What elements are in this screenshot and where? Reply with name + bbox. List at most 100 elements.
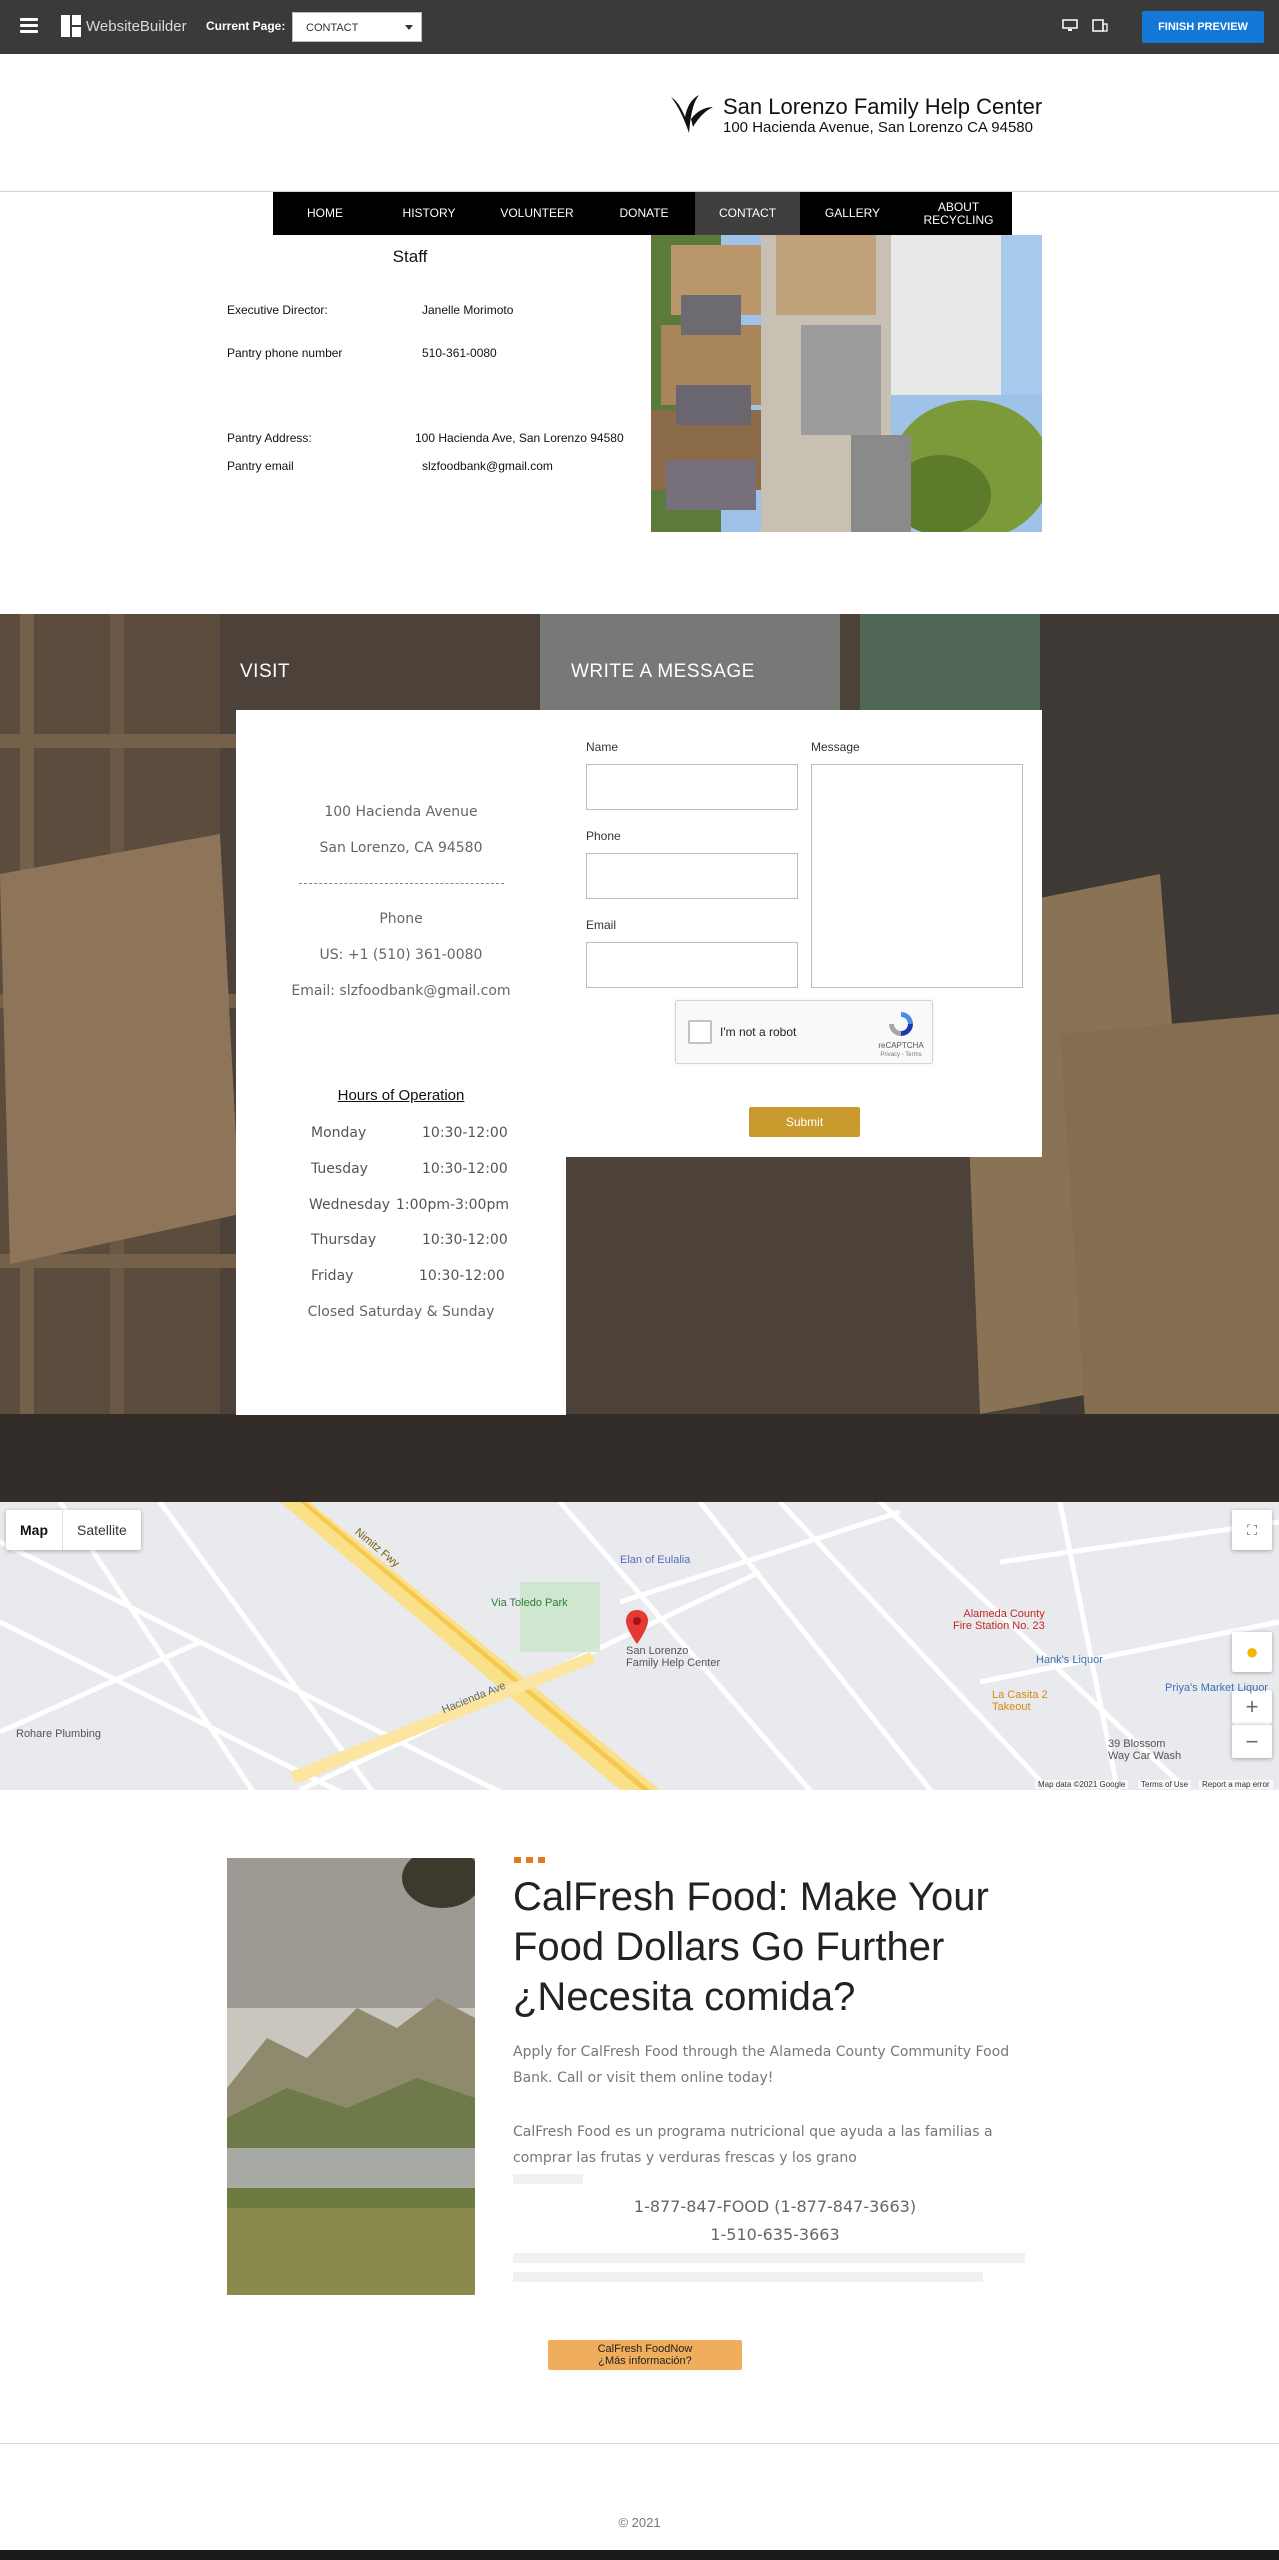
hours-time: 10:30-12:00	[422, 1125, 508, 1141]
nav-item-volunteer[interactable]: VOLUNTEER	[481, 192, 593, 235]
visit-phone-label: Phone	[379, 911, 423, 927]
name-input[interactable]	[586, 764, 798, 810]
hours-time: 10:30-12:00	[422, 1161, 508, 1177]
recaptcha-brand: reCAPTCHA	[878, 1041, 924, 1050]
faded-text-placeholder	[513, 2253, 1025, 2263]
google-map[interactable]: Map Satellite ⛶ ● + − San Lorenzo Family…	[0, 1502, 1279, 1790]
nav-item-gallery[interactable]: GALLERY	[800, 192, 905, 235]
map-data-attribution: Map data ©2021 Google	[1035, 1780, 1129, 1789]
staff-label-email: Pantry email	[227, 459, 294, 473]
finish-preview-button[interactable]: FINISH PREVIEW	[1142, 11, 1264, 43]
desktop-view-icon[interactable]	[1062, 19, 1078, 32]
bottom-bar	[0, 2550, 1279, 2560]
map-terms-link[interactable]: Terms of Use	[1138, 1780, 1192, 1789]
hours-closed-note: Closed Saturday & Sunday	[307, 1304, 495, 1320]
zoom-in-button[interactable]: +	[1232, 1690, 1272, 1724]
map-label-hanks-liquor[interactable]: Hank's Liquor	[1036, 1654, 1103, 1666]
calfresh-title: CalFresh Food: Make Your Food Dollars Go…	[513, 1872, 1073, 2022]
calfresh-intro: Apply for CalFresh Food through the Alam…	[513, 2044, 1010, 2086]
map-label-help-center[interactable]: San Lorenzo Family Help Center	[626, 1645, 720, 1669]
nav-item-about-recycling[interactable]: ABOUT RECYCLING	[905, 192, 1012, 235]
submit-button[interactable]: Submit	[749, 1107, 860, 1137]
calfresh-phone-local[interactable]: 1-510-635-3663	[513, 2225, 1037, 2244]
fullscreen-icon[interactable]: ⛶	[1232, 1510, 1272, 1550]
calfresh-title-line: Food Dollars Go Further	[513, 1925, 945, 1969]
write-message-heading: WRITE A MESSAGE	[571, 661, 755, 682]
staff-value-director: Janelle Morimoto	[422, 303, 514, 317]
message-label: Message	[811, 740, 860, 754]
hours-day: Monday	[311, 1125, 367, 1141]
hours-title: Hours of Operation	[337, 1087, 465, 1104]
nav-item-home[interactable]: HOME	[273, 192, 377, 235]
calfresh-phone-tollfree[interactable]: 1-877-847-FOOD (1-877-847-3663)	[513, 2197, 1037, 2216]
visit-street: 100 Hacienda Avenue	[324, 804, 478, 820]
map-label-church[interactable]: Elan of Eulalia	[620, 1554, 690, 1566]
footer-divider	[0, 2443, 1279, 2444]
map-label-park[interactable]: Via Toledo Park	[491, 1597, 568, 1609]
visit-email[interactable]: Email: slzfoodbank@gmail.com	[236, 983, 566, 999]
phone-label: Phone	[586, 829, 621, 843]
current-page-select[interactable]: CONTACT	[292, 12, 422, 42]
visit-phone[interactable]: US: +1 (510) 361-0080	[236, 947, 566, 963]
map-type-control: Map Satellite	[6, 1510, 141, 1550]
staff-label-director: Executive Director:	[227, 303, 328, 317]
email-label: Email	[586, 918, 617, 932]
map-label-car-wash[interactable]: 39 Blossom Way Car Wash	[1108, 1738, 1181, 1762]
phone-input[interactable]	[586, 853, 798, 899]
map-label-priyas-market[interactable]: Priya's Market Liquor	[1165, 1682, 1268, 1694]
recaptcha-checkbox[interactable]	[688, 1020, 712, 1044]
mobile-view-icon[interactable]	[1092, 19, 1108, 32]
calfresh-info-button[interactable]: CalFresh FoodNow ¿Más información?	[548, 2340, 742, 2370]
menu-icon[interactable]	[20, 18, 38, 34]
site-logo-icon[interactable]	[665, 93, 715, 139]
name-label: Name	[586, 740, 619, 754]
pantry-building-photo	[651, 235, 1042, 532]
map-label-fire-station[interactable]: Alameda County Fire Station No. 23	[953, 1608, 1045, 1632]
accent-dots	[514, 1857, 554, 1863]
map-label-plumbing[interactable]: Rohare Plumbing	[16, 1728, 101, 1740]
faded-text-placeholder	[513, 2272, 983, 2282]
message-textarea[interactable]	[811, 764, 1023, 988]
main-nav: HOME HISTORY VOLUNTEER DONATE CONTACT GA…	[273, 192, 1012, 235]
websitebuilder-logo-icon	[61, 15, 81, 37]
staff-value-email: slzfoodbank@gmail.com	[422, 459, 553, 473]
map-tab-satellite[interactable]: Satellite	[62, 1510, 141, 1550]
location-marker-icon[interactable]	[626, 1610, 648, 1644]
nav-item-history[interactable]: HISTORY	[377, 192, 481, 235]
hours-day: Tuesday	[311, 1161, 368, 1177]
hours-time: 10:30-12:00	[419, 1268, 505, 1284]
staff-label-address: Pantry Address:	[227, 431, 312, 445]
calfresh-description: CalFresh Food es un programa nutricional…	[513, 2124, 993, 2166]
hours-time: 1:00pm-3:00pm	[396, 1197, 509, 1213]
hours-day: Thursday	[311, 1232, 377, 1248]
email-input[interactable]	[586, 942, 798, 988]
nav-item-contact[interactable]: CONTACT	[695, 192, 800, 235]
recaptcha-icon	[889, 1012, 913, 1036]
visit-heading: VISIT	[240, 661, 291, 682]
current-page-label: Current Page:	[206, 19, 286, 33]
visit-divider	[299, 883, 504, 884]
hours-day: Friday	[311, 1268, 354, 1284]
nav-item-donate[interactable]: DONATE	[593, 192, 695, 235]
recaptcha-privacy-terms[interactable]: Privacy - Terms	[871, 1052, 931, 1058]
site-address: 100 Hacienda Avenue, San Lorenzo CA 9458…	[723, 119, 1033, 136]
staff-label-phone: Pantry phone number	[227, 346, 343, 360]
site-name[interactable]: San Lorenzo Family Help Center	[723, 94, 1042, 120]
street-view-pegman-icon[interactable]: ●	[1232, 1632, 1272, 1672]
builder-brand: WebsiteBuilder	[86, 18, 187, 35]
zoom-out-button[interactable]: −	[1232, 1724, 1272, 1758]
recaptcha-widget: I'm not a robot reCAPTCHA Privacy - Term…	[675, 1000, 933, 1064]
map-label-la-casita[interactable]: La Casita 2 Takeout	[992, 1689, 1048, 1713]
current-page-value: CONTACT	[306, 22, 359, 34]
staff-value-phone: 510-361-0080	[422, 346, 497, 360]
chevron-down-icon	[405, 25, 413, 30]
map-report-link[interactable]: Report a map error	[1199, 1780, 1273, 1789]
lake-landscape-photo	[227, 1858, 475, 2295]
staff-value-address: 100 Hacienda Ave, San Lorenzo 94580	[415, 431, 624, 445]
hours-time: 10:30-12:00	[422, 1232, 508, 1248]
staff-title: Staff	[392, 247, 428, 266]
calfresh-title-line: CalFresh Food: Make Your	[513, 1875, 989, 1919]
faded-text-placeholder	[513, 2174, 583, 2184]
copyright: © 2021	[618, 2515, 661, 2530]
map-tab-map[interactable]: Map	[6, 1510, 62, 1550]
